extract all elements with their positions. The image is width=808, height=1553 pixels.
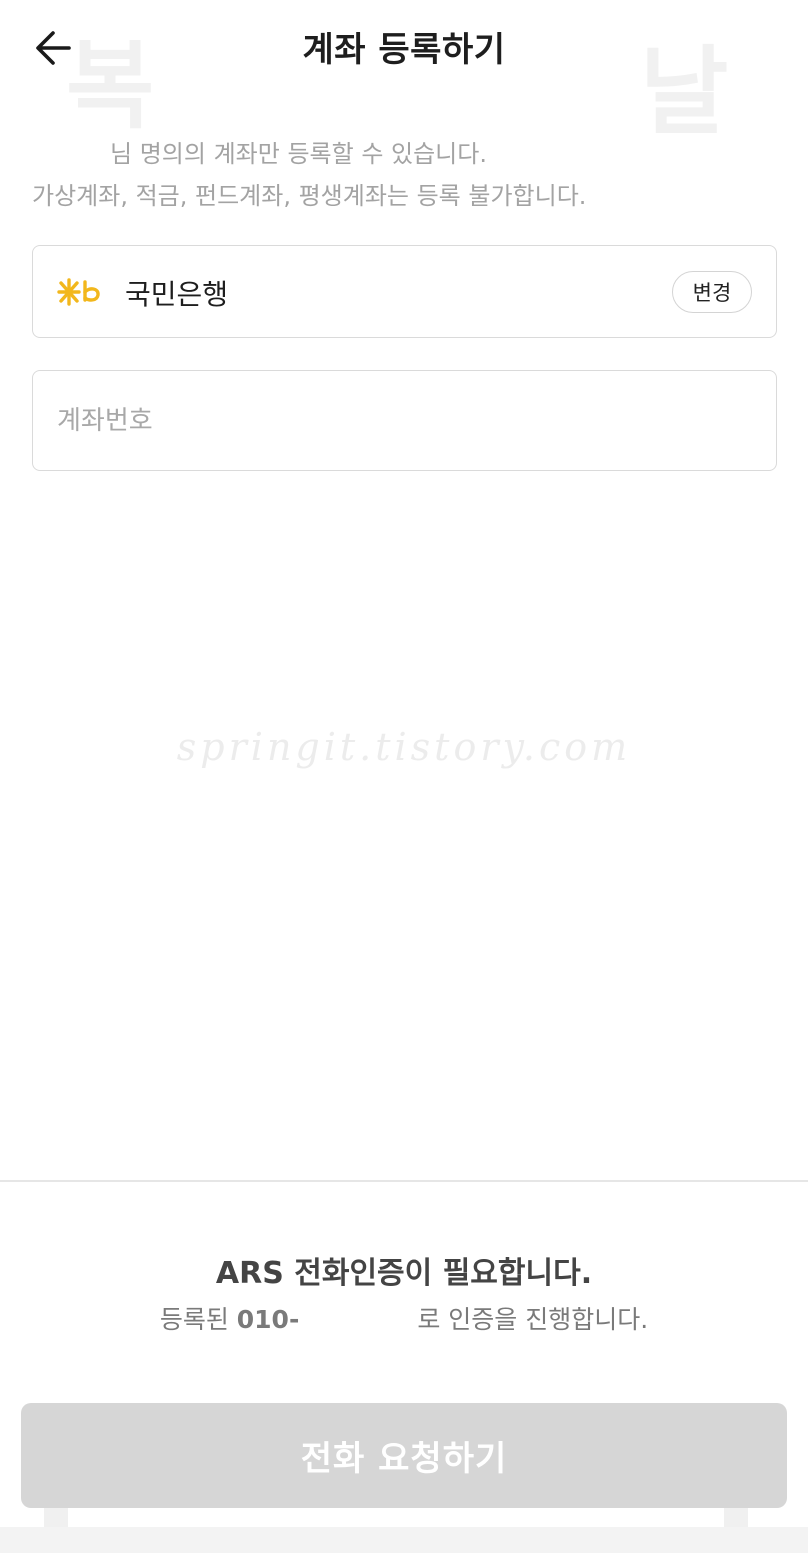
ars-desc-suffix: 로 인증을 진행합니다. — [417, 1305, 649, 1334]
ars-desc-prefix: 등록된 — [159, 1305, 237, 1334]
watermark-center: springit.tistory.com — [176, 725, 632, 769]
bank-name: 국민은행 — [125, 278, 229, 311]
registered-phone-number: 010- — [236, 1305, 300, 1334]
notice-restrictions: 가상계좌, 적금, 펀드계좌, 평생계좌는 등록 불가합니다. — [32, 182, 587, 210]
request-call-button[interactable]: 전화 요청하기 — [21, 1403, 787, 1508]
page-title: 계좌 등록하기 — [302, 30, 506, 70]
change-bank-button[interactable]: 변경 — [672, 271, 752, 313]
account-number-input[interactable] — [32, 370, 777, 471]
ars-description: 등록된 010- 로 인증을 진행합니다. — [0, 1300, 808, 1336]
divider — [0, 1180, 808, 1182]
bottom-strip — [0, 1527, 808, 1553]
bank-selector[interactable]: 국민은행 변경 — [32, 245, 777, 338]
kb-star-icon — [57, 278, 100, 306]
notice-owner-only: 님 명의의 계좌만 등록할 수 있습니다. — [110, 140, 487, 168]
ars-title: ARS 전화인증이 필요합니다. — [215, 1256, 593, 1291]
header: 계좌 등록하기 — [0, 0, 808, 100]
